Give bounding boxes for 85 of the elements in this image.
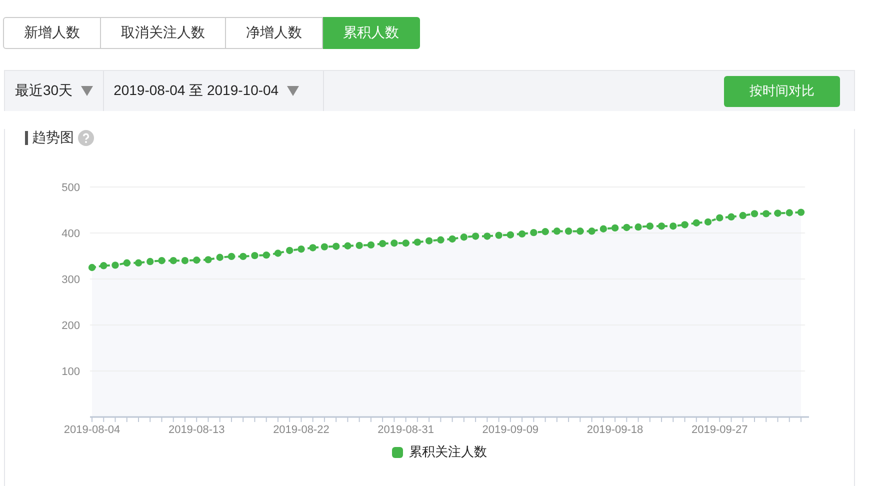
data-point — [448, 235, 456, 243]
data-point — [484, 232, 491, 240]
data-point — [460, 234, 468, 241]
data-point — [158, 257, 166, 264]
data-point — [378, 240, 386, 248]
data-point — [623, 224, 630, 232]
data-point — [495, 232, 502, 239]
data-point — [216, 254, 224, 261]
data-point — [506, 231, 514, 238]
x-axis-label: 2019-08-04 — [64, 424, 120, 436]
data-point — [228, 252, 236, 260]
data-point — [193, 256, 200, 264]
x-axis-label: 2019-09-27 — [692, 424, 748, 436]
tab[interactable]: 净增人数 — [226, 17, 323, 49]
chart-title: 趋势图 — [32, 129, 74, 147]
data-point — [472, 232, 480, 240]
data-point — [634, 223, 642, 231]
y-axis-label: 100 — [62, 366, 80, 378]
data-point — [286, 246, 294, 254]
data-point — [344, 242, 352, 250]
data-point — [112, 262, 119, 269]
data-point — [88, 264, 96, 272]
data-point — [240, 252, 247, 260]
x-axis-label: 2019-08-31 — [378, 424, 434, 436]
data-point — [530, 228, 538, 236]
data-point — [356, 242, 363, 250]
data-point — [204, 256, 212, 264]
data-point — [646, 222, 654, 230]
data-point — [716, 214, 724, 222]
data-point — [414, 238, 422, 246]
date-range-select[interactable]: 2019-08-04 至 2019-10-04 — [114, 82, 279, 100]
data-point — [425, 237, 433, 244]
data-point — [100, 262, 108, 270]
data-point — [298, 246, 305, 253]
data-point — [762, 210, 770, 218]
data-point — [146, 258, 154, 266]
data-point — [797, 208, 805, 216]
legend-label: 累积关注人数 — [409, 443, 487, 461]
data-point — [774, 210, 782, 217]
dropdown-arrow-icon[interactable] — [286, 86, 299, 96]
data-point — [309, 244, 316, 252]
y-axis-label: 200 — [62, 320, 80, 332]
y-axis-label: 500 — [62, 182, 80, 194]
period-select[interactable]: 最近30天 — [15, 82, 73, 100]
data-point — [786, 209, 793, 216]
data-point — [576, 228, 584, 235]
data-point — [739, 212, 746, 220]
data-point — [670, 222, 677, 230]
x-axis-label: 2019-08-13 — [168, 424, 225, 436]
data-point — [750, 210, 758, 218]
dropdown-arrow-icon[interactable] — [80, 86, 93, 96]
title-marker — [25, 131, 28, 145]
help-icon[interactable] — [78, 130, 94, 146]
data-point — [437, 236, 444, 244]
data-point — [542, 228, 549, 236]
data-point — [181, 257, 189, 264]
data-point — [134, 259, 142, 266]
x-axis-label: 2019-09-09 — [482, 424, 539, 436]
data-point — [518, 230, 526, 238]
y-axis-label: 400 — [62, 228, 80, 240]
data-point — [611, 224, 619, 232]
tab[interactable]: 取消关注人数 — [101, 17, 226, 49]
data-point — [262, 251, 270, 259]
data-point — [251, 252, 258, 260]
data-point — [332, 242, 340, 250]
data-point — [564, 228, 572, 235]
data-point — [553, 228, 561, 235]
data-point — [402, 240, 410, 247]
x-axis-label: 2019-08-22 — [273, 424, 330, 436]
data-point — [704, 218, 712, 226]
data-point — [367, 241, 375, 249]
data-point — [658, 222, 666, 230]
data-point — [681, 221, 688, 228]
data-point — [123, 259, 130, 266]
data-point — [390, 240, 398, 247]
y-axis-label: 300 — [62, 274, 80, 286]
data-point — [600, 225, 607, 232]
data-point — [274, 250, 282, 257]
data-point — [588, 228, 596, 235]
tab[interactable]: 新增人数 — [3, 17, 101, 49]
data-point — [692, 219, 700, 226]
data-point — [728, 213, 735, 220]
x-axis-label: 2019-09-18 — [586, 424, 644, 436]
data-point — [170, 257, 177, 264]
data-point — [320, 243, 328, 250]
